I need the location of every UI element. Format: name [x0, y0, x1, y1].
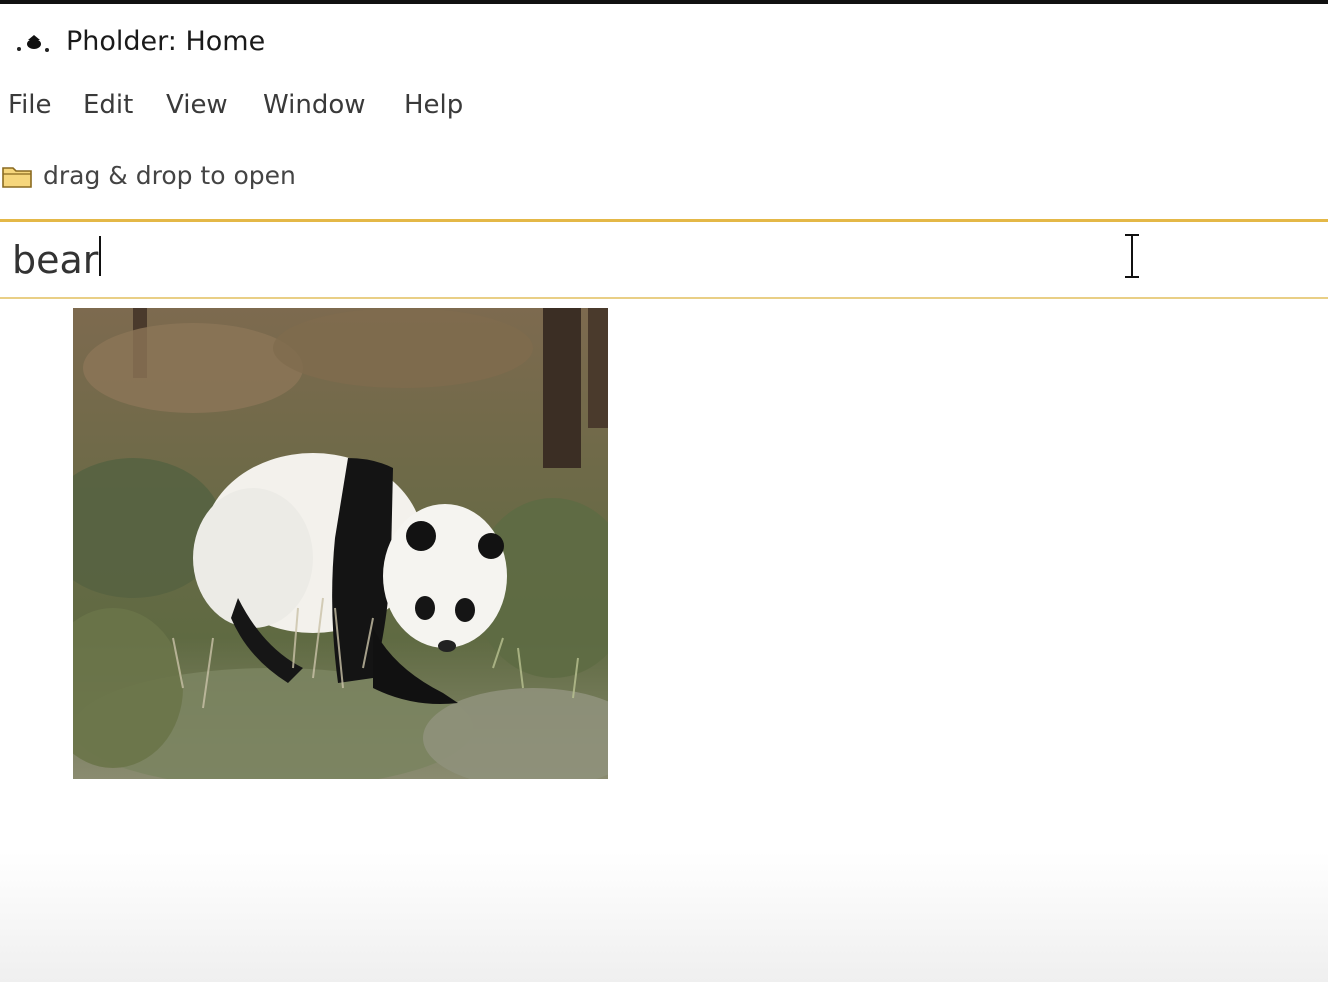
- panda-photo-thumbnail[interactable]: [73, 308, 608, 779]
- menu-bar: File Edit View Window Help: [0, 82, 1328, 130]
- text-caret: [99, 236, 102, 276]
- menu-window[interactable]: Window: [263, 90, 366, 120]
- open-hint-label: drag & drop to open: [43, 161, 296, 190]
- menu-file[interactable]: File: [8, 90, 52, 120]
- ibeam-cursor-icon: [1125, 233, 1139, 279]
- bottom-fade: [0, 852, 1328, 982]
- app-logo-icon: [17, 35, 49, 52]
- menu-edit[interactable]: Edit: [83, 90, 133, 120]
- menu-view[interactable]: View: [166, 90, 228, 120]
- window-title: Pholder: Home: [66, 26, 266, 57]
- title-bar: Pholder: Home: [0, 4, 1328, 76]
- open-drop-zone[interactable]: drag & drop to open: [0, 156, 700, 200]
- search-box[interactable]: [0, 219, 1328, 299]
- menu-help[interactable]: Help: [404, 90, 463, 120]
- folder-icon: [2, 167, 32, 188]
